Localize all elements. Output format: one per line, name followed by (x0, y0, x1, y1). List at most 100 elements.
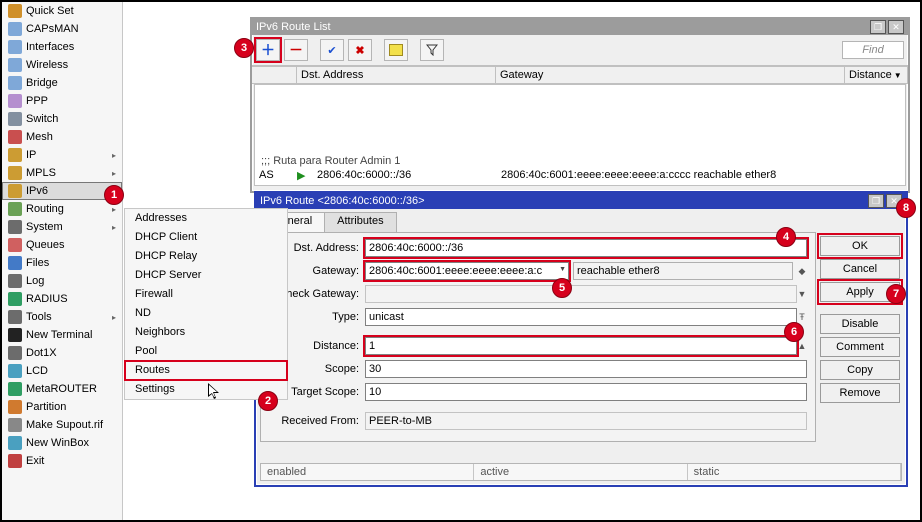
sidebar-item-bridge[interactable]: Bridge (2, 74, 122, 92)
sidebar-item-label: Switch (26, 113, 58, 125)
sidebar-item-switch[interactable]: Switch (2, 110, 122, 128)
sidebar-item-mesh[interactable]: Mesh (2, 128, 122, 146)
sidebar-item-interfaces[interactable]: Interfaces (2, 38, 122, 56)
sidebar-item-metarouter[interactable]: MetaROUTER (2, 380, 122, 398)
submenu-item-dhcp-client[interactable]: DHCP Client (125, 228, 287, 247)
sidebar-item-log[interactable]: Log (2, 272, 122, 290)
menu-icon (8, 436, 22, 450)
sidebar-item-radius[interactable]: RADIUS (2, 290, 122, 308)
menu-icon (8, 364, 22, 378)
comment-button[interactable] (384, 39, 408, 61)
sidebar-item-label: RADIUS (26, 293, 68, 305)
sidebar-item-exit[interactable]: Exit (2, 452, 122, 470)
submenu-item-neighbors[interactable]: Neighbors (125, 323, 287, 342)
sidebar-item-lcd[interactable]: LCD (2, 362, 122, 380)
sidebar-item-quick-set[interactable]: Quick Set (2, 2, 122, 20)
add-button[interactable]: ＋ (256, 39, 280, 61)
sidebar-item-partition[interactable]: Partition (2, 398, 122, 416)
statusbar: enabled active static (260, 463, 902, 481)
chevron-down-icon[interactable]: ▼ (797, 290, 807, 298)
sidebar-item-wireless[interactable]: Wireless (2, 56, 122, 74)
menu-icon (8, 76, 22, 90)
sidebar-item-queues[interactable]: Queues (2, 236, 122, 254)
col-gateway[interactable]: Gateway (496, 67, 845, 83)
submenu-item-nd[interactable]: ND (125, 304, 287, 323)
menu-icon (8, 454, 22, 468)
disable-button[interactable]: ✖ (348, 39, 372, 61)
sidebar-item-new-winbox[interactable]: New WinBox (2, 434, 122, 452)
target-scope-input[interactable]: 10 (365, 383, 807, 401)
titlebar-route-edit[interactable]: IPv6 Route <2806:40c:6000::/36> ❐ ✕ (256, 193, 906, 209)
filter-button[interactable] (420, 39, 444, 61)
remove-button[interactable]: － (284, 39, 308, 61)
col-dst[interactable]: Dst. Address (297, 67, 496, 83)
submenu-item-addresses[interactable]: Addresses (125, 209, 287, 228)
status-enabled: enabled (261, 464, 474, 480)
submenu-item-firewall[interactable]: Firewall (125, 285, 287, 304)
menu-icon (8, 58, 22, 72)
sidebar-item-new-terminal[interactable]: New Terminal (2, 326, 122, 344)
submenu-item-routes[interactable]: Routes (125, 361, 287, 380)
sidebar-item-ppp[interactable]: PPP (2, 92, 122, 110)
check-gateway-input[interactable] (365, 285, 797, 303)
list-header[interactable]: Dst. Address Gateway Distance▼ (252, 66, 908, 84)
sidebar-item-routing[interactable]: Routing▸ (2, 200, 122, 218)
distance-input[interactable]: 1 (365, 337, 797, 355)
tab-attributes[interactable]: Attributes (324, 212, 396, 232)
find-input[interactable]: Find (842, 41, 904, 59)
sidebar-item-label: Tools (26, 311, 52, 323)
ok-button[interactable]: OK (820, 236, 900, 256)
remove-button[interactable]: Remove (820, 383, 900, 403)
sidebar-item-files[interactable]: Files (2, 254, 122, 272)
menu-icon (8, 328, 22, 342)
gateway-input[interactable]: 2806:40c:6001:eeee:eeee:eeee:a:c (365, 262, 569, 280)
sidebar-item-mpls[interactable]: MPLS▸ (2, 164, 122, 182)
menu-icon (8, 130, 22, 144)
chevron-right-icon: ▸ (112, 205, 116, 214)
distance-up-icon[interactable]: ▲ (797, 342, 807, 350)
cancel-button[interactable]: Cancel (820, 259, 900, 279)
sidebar-item-ip[interactable]: IP▸ (2, 146, 122, 164)
table-row[interactable]: AS ▶ 2806:40c:6000::/36 2806:40c:6001:ee… (255, 168, 905, 183)
menu-icon (8, 238, 22, 252)
form-general: Dst. Address: 2806:40c:6000::/36 Gateway… (260, 232, 816, 442)
sidebar-item-system[interactable]: System▸ (2, 218, 122, 236)
submenu-item-dhcp-relay[interactable]: DHCP Relay (125, 247, 287, 266)
sidebar-item-capsman[interactable]: CAPsMAN (2, 20, 122, 38)
type-input[interactable]: unicast (365, 308, 797, 326)
sidebar-item-make-supout-rif[interactable]: Make Supout.rif (2, 416, 122, 434)
received-from: PEER-to-MB (365, 412, 807, 430)
gateway-add-icon[interactable]: ◆ (797, 267, 807, 275)
menu-icon (8, 40, 22, 54)
sidebar-item-tools[interactable]: Tools ▸ (2, 308, 122, 326)
callout-2: 2 (258, 391, 278, 411)
comment-button[interactable]: Comment (820, 337, 900, 357)
sidebar-item-label: Partition (26, 401, 66, 413)
sidebar-item-label: Exit (26, 455, 44, 467)
chevron-right-icon: ▸ (112, 313, 116, 322)
submenu-item-dhcp-server[interactable]: DHCP Server (125, 266, 287, 285)
type-dropdown-icon[interactable]: Ŧ (797, 313, 807, 321)
menu-icon (8, 292, 22, 306)
callout-6: 6 (784, 322, 804, 342)
sidebar-item-label: New Terminal (26, 329, 92, 341)
sidebar-item-label: MetaROUTER (26, 383, 97, 395)
restore-icon[interactable]: ❐ (868, 194, 884, 208)
dst-address-input[interactable]: 2806:40c:6000::/36 (365, 239, 807, 257)
menu-icon (8, 256, 22, 270)
titlebar-route-list[interactable]: IPv6 Route List ❐ ✕ (252, 19, 908, 35)
col-flags[interactable] (252, 67, 297, 83)
disable-button[interactable]: Disable (820, 314, 900, 334)
menu-icon (8, 184, 22, 198)
close-icon[interactable]: ✕ (888, 20, 904, 34)
restore-icon[interactable]: ❐ (870, 20, 886, 34)
menu-icon (8, 274, 22, 288)
col-distance[interactable]: Distance▼ (845, 67, 908, 83)
scope-input[interactable]: 30 (365, 360, 807, 378)
submenu-item-pool[interactable]: Pool (125, 342, 287, 361)
list-body[interactable]: ;;; Ruta para Router Admin 1 AS ▶ 2806:4… (254, 84, 906, 186)
callout-5: 5 (552, 278, 572, 298)
sidebar-item-dot1x[interactable]: Dot1X (2, 344, 122, 362)
enable-button[interactable]: ✔ (320, 39, 344, 61)
copy-button[interactable]: Copy (820, 360, 900, 380)
